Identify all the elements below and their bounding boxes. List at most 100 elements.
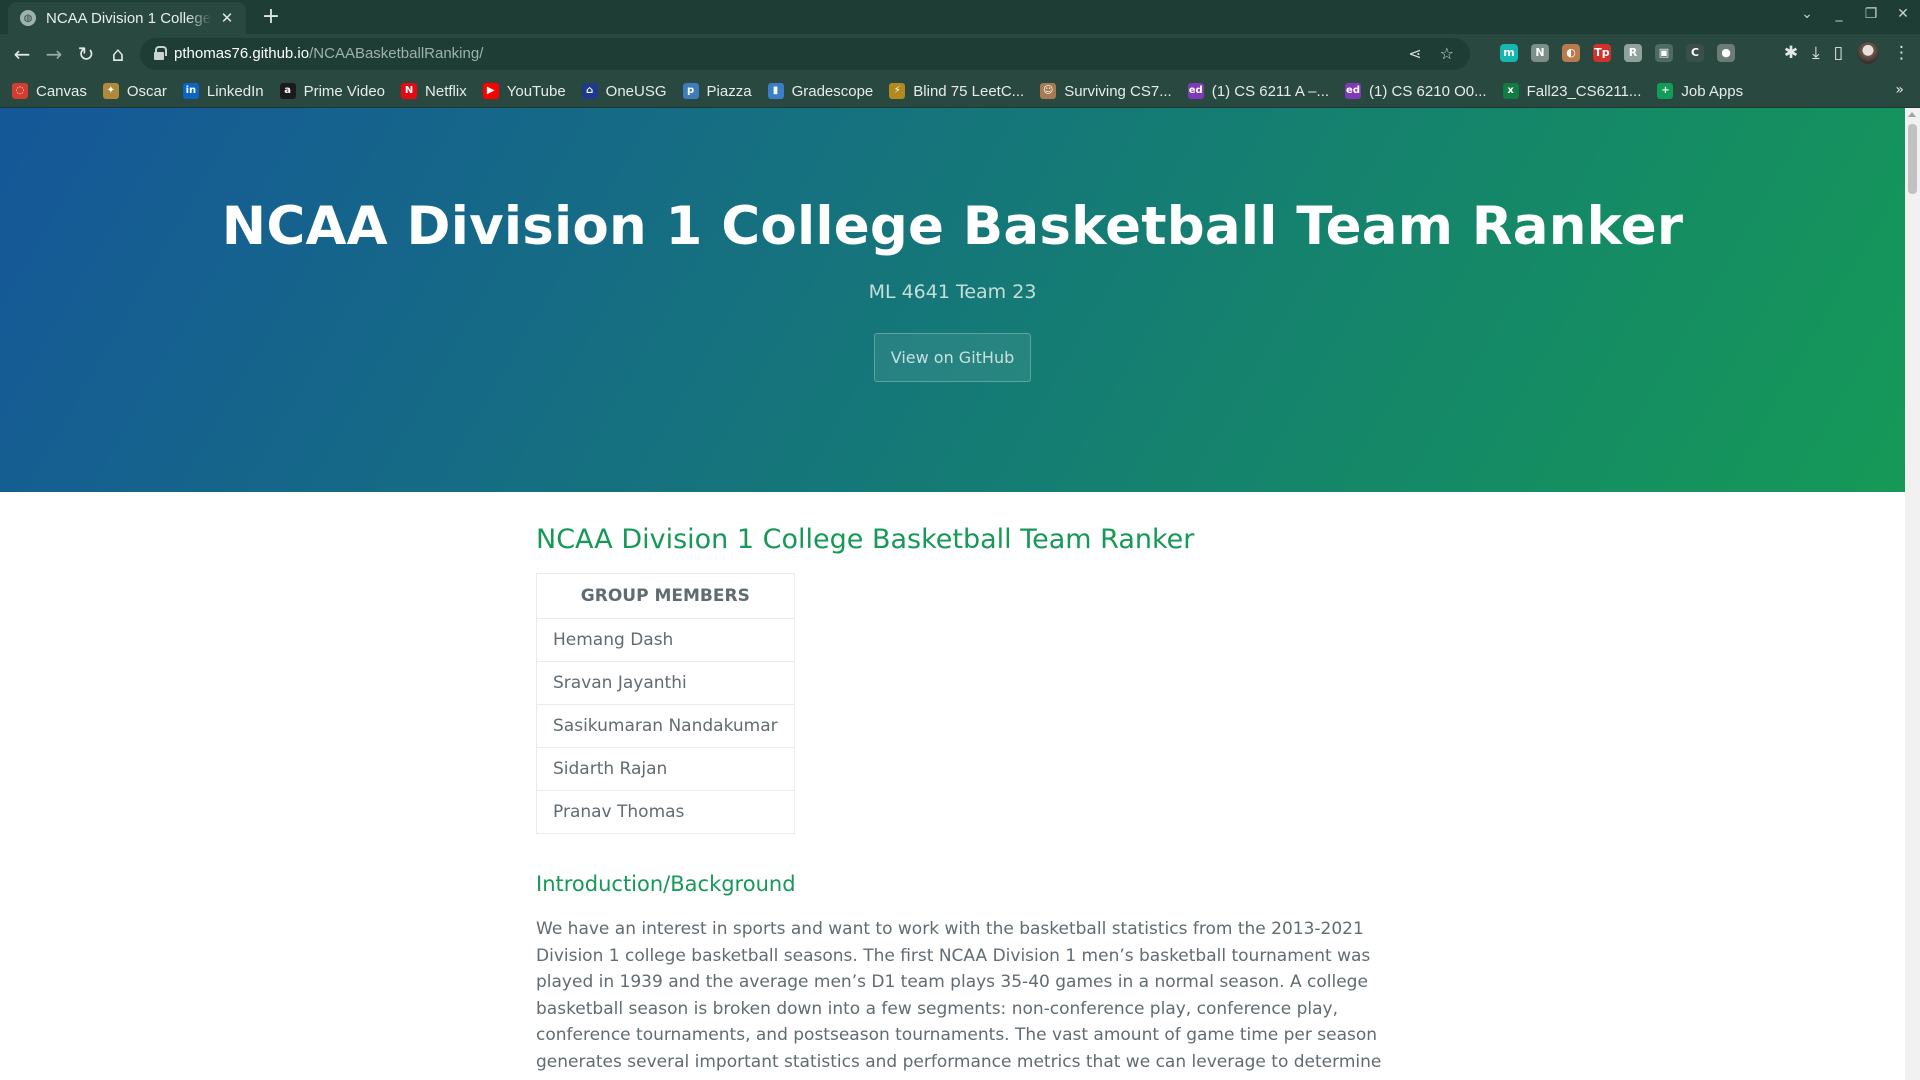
cookie-extension-icon[interactable]: ◐ xyxy=(1562,44,1580,62)
table-row: Sidarth Rajan xyxy=(536,747,795,791)
bookmarks-overflow-icon[interactable]: » xyxy=(1895,82,1904,98)
bookmark-label: Piazza xyxy=(706,82,752,100)
bookmark-item[interactable]: ed (1) CS 6211 A –... xyxy=(1187,80,1330,102)
reload-button[interactable]: ↻ xyxy=(72,40,100,68)
forward-button[interactable]: → xyxy=(40,40,68,68)
intro-line: We have an interest in sports and want t… xyxy=(536,919,1364,939)
member-name: Sasikumaran Nandakumar xyxy=(536,704,795,748)
intro-heading: Introduction/Background xyxy=(536,872,796,896)
project-tagline: ML 4641 Team 23 xyxy=(868,281,1037,303)
member-name: Sravan Jayanthi xyxy=(536,661,795,705)
tab-search-icon[interactable]: ⌄ xyxy=(1798,6,1816,22)
intro-line: played in 1939 and the average men’s D1 … xyxy=(536,972,1368,992)
tab-close-icon[interactable]: ✕ xyxy=(218,9,236,27)
window-extension-icon[interactable]: ▣ xyxy=(1655,44,1673,62)
menu-icon[interactable]: ⋮ xyxy=(1893,43,1910,63)
bookmark-label: LinkedIn xyxy=(206,82,264,100)
bookmark-item[interactable]: ▶ YouTube xyxy=(482,80,566,102)
table-row: Pranav Thomas xyxy=(536,790,795,834)
bookmark-favicon-icon: x xyxy=(1502,83,1519,99)
bookmark-label: Canvas xyxy=(36,82,87,100)
side-panel-icon[interactable]: ▯ xyxy=(1834,43,1843,63)
page-scrollbar[interactable] xyxy=(1905,108,1920,1080)
bookmark-star-icon[interactable]: ☆ xyxy=(1440,44,1454,63)
bookmark-favicon-icon: N xyxy=(401,83,418,99)
main-content: NCAA Division 1 College Basketball Team … xyxy=(536,524,1381,1075)
members-table-header: GROUP MEMBERS xyxy=(536,573,795,619)
bookmark-item[interactable]: ⌂ OneUSG xyxy=(581,80,667,102)
window-controls: ⌄ _ ❐ ✕ xyxy=(1798,6,1912,22)
bookmark-favicon-icon: a xyxy=(279,83,296,99)
bookmarks-bar: ◌ Canvas ✦ Oscar in LinkedIn a Prime Video N Netf… xyxy=(0,74,1920,108)
back-button[interactable]: ← xyxy=(8,40,36,68)
bookmark-item[interactable]: a Prime Video xyxy=(279,80,386,102)
bookmark-favicon-icon: + xyxy=(1657,83,1674,99)
bookmark-item[interactable]: + Job Apps xyxy=(1657,80,1743,102)
bookmark-item[interactable]: ◌ Canvas xyxy=(12,80,87,102)
member-name: Sidarth Rajan xyxy=(536,747,795,791)
bookmark-label: Surviving CS7... xyxy=(1064,82,1172,100)
bookmark-label: OneUSG xyxy=(605,82,667,100)
bookmark-favicon-icon: ✦ xyxy=(102,83,119,99)
bookmark-favicon-icon: p xyxy=(682,83,699,99)
m-extension-icon[interactable]: m xyxy=(1500,44,1518,62)
url-text[interactable]: pthomas76.github.io/NCAABasketballRankin… xyxy=(174,45,483,62)
close-window-icon[interactable]: ✕ xyxy=(1894,6,1912,22)
bookmark-label: Job Apps xyxy=(1681,82,1744,100)
download-icon[interactable]: ⤓ xyxy=(1812,43,1820,63)
scroll-up-arrow[interactable] xyxy=(1908,112,1916,117)
group-members-table: GROUP MEMBERS Hemang Dash Sravan Jayanthi… xyxy=(536,573,795,834)
c-extension-icon[interactable]: C xyxy=(1686,44,1704,62)
bookmark-item[interactable]: ☺ Surviving CS7... xyxy=(1040,80,1172,102)
intro-line: basketball season is broken down into a … xyxy=(536,998,1339,1019)
globe-icon: ◍ xyxy=(20,10,36,26)
bookmark-favicon-icon: ▶ xyxy=(482,83,499,99)
project-title: NCAA Division 1 College Basketball Team … xyxy=(221,196,1684,257)
active-tab[interactable]: ◍ NCAA Division 1 College Basketball Tea… xyxy=(8,2,246,34)
bookmark-label: Prime Video xyxy=(303,82,386,100)
extensions-puzzle-icon[interactable]: ✱ xyxy=(1784,43,1798,63)
lock-icon[interactable] xyxy=(154,46,167,60)
url-host: pthomas76.github.io xyxy=(174,45,310,62)
n-extension-icon[interactable]: N xyxy=(1531,44,1549,62)
new-tab-button[interactable]: + xyxy=(258,4,284,30)
home-button[interactable]: ⌂ xyxy=(104,40,132,68)
intro-paragraph: We have an interest in sports and want t… xyxy=(536,916,1381,1075)
bookmark-item[interactable]: in LinkedIn xyxy=(182,80,264,102)
circle-extension-icon[interactable]: ● xyxy=(1717,44,1735,62)
bookmark-item[interactable]: N Netflix xyxy=(401,80,467,102)
view-on-github-button[interactable]: View on GitHub xyxy=(873,333,1032,382)
bookmark-label: (1) CS 6210 O0... xyxy=(1369,82,1487,100)
bookmark-label: (1) CS 6211 A –... xyxy=(1211,82,1330,100)
table-row: Sravan Jayanthi xyxy=(536,661,795,705)
member-name: Pranav Thomas xyxy=(536,790,795,834)
bookmark-label: YouTube xyxy=(506,82,566,100)
r-extension-icon[interactable]: R xyxy=(1624,44,1642,62)
bookmark-favicon-icon: ⚡ xyxy=(889,83,906,99)
bookmark-item[interactable]: p Piazza xyxy=(682,80,752,102)
minimize-icon[interactable]: _ xyxy=(1830,6,1848,22)
tp-extension-icon[interactable]: Tp xyxy=(1593,44,1611,62)
page-viewport: NCAA Division 1 College Basketball Team … xyxy=(0,108,1905,1080)
bookmark-item[interactable]: ⚡ Blind 75 LeetC... xyxy=(889,80,1024,102)
scroll-thumb[interactable] xyxy=(1908,124,1917,194)
restore-icon[interactable]: ❐ xyxy=(1862,6,1880,22)
bookmark-label: Netflix xyxy=(425,82,467,100)
bookmark-favicon-icon: ed xyxy=(1345,83,1362,99)
bookmark-label: Blind 75 LeetC... xyxy=(913,82,1025,100)
bookmark-item[interactable]: ▮ Gradescope xyxy=(767,80,874,102)
bookmark-favicon-icon: ed xyxy=(1187,83,1204,99)
extensions-area: m N ◐ Tp R ▣ C ● xyxy=(1500,44,1735,62)
address-bar[interactable]: pthomas76.github.io/NCAABasketballRankin… xyxy=(140,38,1470,70)
bookmark-label: Oscar xyxy=(126,82,167,100)
tab-strip: ◍ NCAA Division 1 College Basketball Tea… xyxy=(0,0,1920,34)
bookmark-item[interactable]: ✦ Oscar xyxy=(102,80,167,102)
share-icon[interactable]: ⋖ xyxy=(1408,44,1421,63)
bookmark-item[interactable]: ed (1) CS 6210 O0... xyxy=(1345,80,1487,102)
bookmark-item[interactable]: x Fall23_CS6211... xyxy=(1502,80,1641,102)
bookmark-favicon-icon: ☺ xyxy=(1040,83,1057,99)
intro-line: Division 1 college basketball seasons. T… xyxy=(536,945,1371,966)
profile-avatar[interactable] xyxy=(1857,42,1879,64)
bookmark-label: Gradescope xyxy=(791,82,874,100)
table-row: Hemang Dash xyxy=(536,618,795,662)
